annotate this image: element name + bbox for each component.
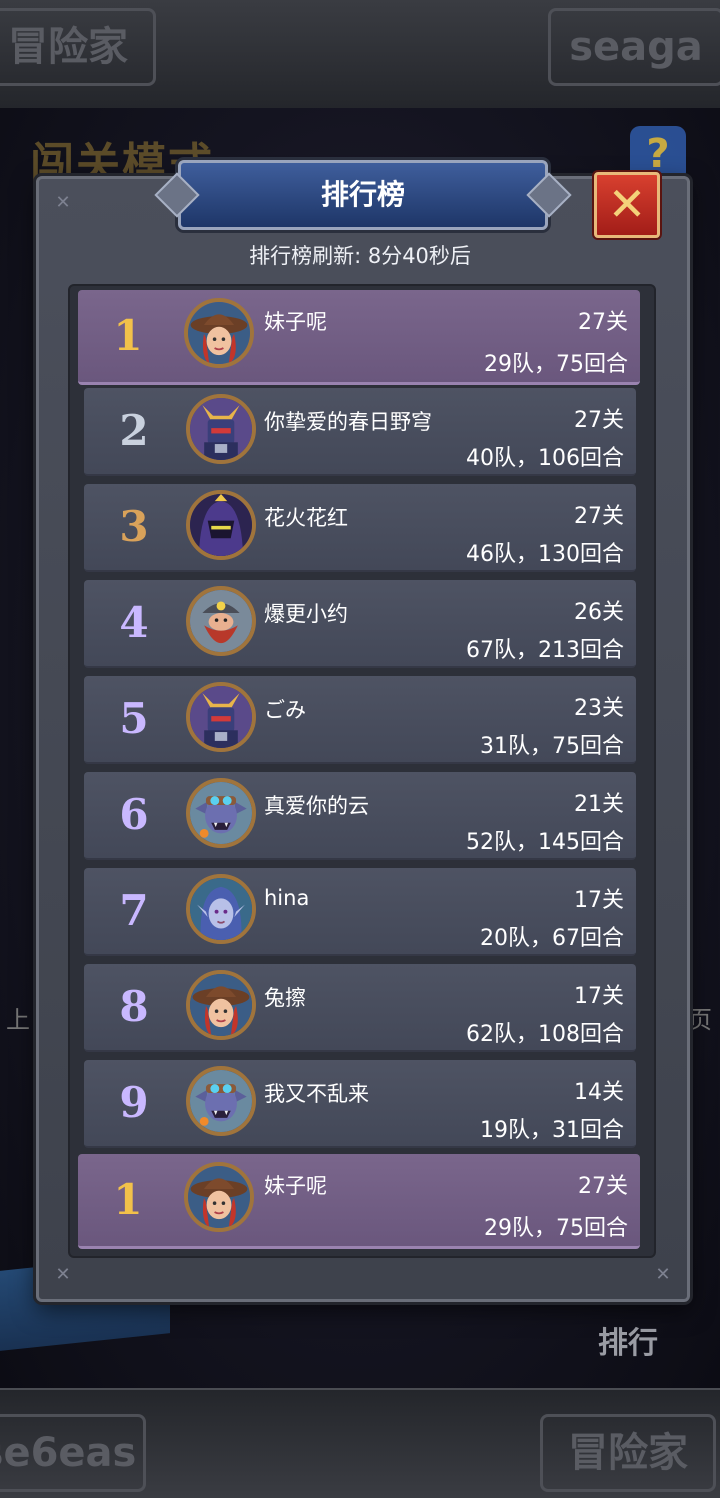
teams-and-rounds: 20队，67回合: [480, 926, 624, 951]
leaderboard-row[interactable]: 3 花火花红 27关 46队，130回合: [84, 484, 636, 572]
rank-button[interactable]: 排行: [598, 1318, 658, 1362]
cowboy-hat-girl-avatar[interactable]: [186, 970, 256, 1040]
samurai-robot-avatar[interactable]: [186, 682, 256, 752]
rank-number: 5: [119, 694, 149, 743]
player-name: hina: [264, 886, 310, 910]
teams-and-rounds: 67队，213回合: [466, 638, 624, 663]
player-name: 爆更小约: [264, 602, 348, 626]
leaderboard-row[interactable]: 2 你挚爱的春日野穹 27关 40队，106回合: [84, 388, 636, 476]
player-name: 我又不乱来: [264, 1082, 369, 1106]
top-deco-right: seaga: [548, 8, 720, 86]
teams-and-rounds: 29队，75回合: [484, 1216, 628, 1241]
samurai-robot-avatar[interactable]: [186, 394, 256, 464]
corner-ornament-icon: ✕: [655, 1264, 671, 1285]
stage-reached: 17关: [574, 984, 624, 1009]
stage-reached: 21关: [574, 792, 624, 817]
leaderboard-row[interactable]: 7 hina 17关 20队，67回合: [84, 868, 636, 956]
player-name: 花火花红: [264, 506, 348, 530]
rank-number: 2: [119, 406, 149, 455]
rank-number: 1: [113, 311, 143, 360]
player-name: 真爱你的云: [264, 794, 369, 818]
rank-number: 3: [119, 502, 149, 551]
close-icon: ✕: [607, 177, 647, 231]
top-deco-left: 冒险家: [0, 8, 156, 86]
bottom-deco-right: 冒险家: [540, 1414, 716, 1492]
cowboy-hat-girl-avatar[interactable]: [184, 1162, 254, 1232]
dwarf-miner-avatar[interactable]: [186, 586, 256, 656]
elf-girl-avatar[interactable]: [186, 874, 256, 944]
rank-number: 9: [119, 1078, 149, 1127]
stage-reached: 27关: [578, 1174, 628, 1199]
goblin-goggles-avatar[interactable]: [186, 1066, 256, 1136]
player-name: 兔擦: [264, 986, 306, 1010]
stage-reached: 23关: [574, 696, 624, 721]
teams-and-rounds: 46队，130回合: [466, 542, 624, 567]
purple-hooded-avatar[interactable]: [186, 490, 256, 560]
close-button[interactable]: ✕: [594, 172, 660, 238]
leaderboard-row[interactable]: 4 爆更小约 26关 67队，213回合: [84, 580, 636, 668]
cowboy-hat-girl-avatar[interactable]: [184, 298, 254, 368]
teams-and-rounds: 19队，31回合: [480, 1118, 624, 1143]
player-name: 你挚爱的春日野穹: [264, 410, 432, 434]
rank-number: 7: [119, 886, 149, 935]
rank-number: 8: [119, 982, 149, 1031]
rank-number: 4: [119, 598, 149, 647]
top-banner: 冒险家 seaga: [0, 0, 720, 110]
stage-reached: 26关: [574, 600, 624, 625]
corner-ornament-icon: ✕: [55, 1264, 71, 1285]
modal-title: 排行榜: [320, 178, 405, 211]
goblin-goggles-avatar[interactable]: [186, 778, 256, 848]
stage-reached: 27关: [574, 504, 624, 529]
teams-and-rounds: 29队，75回合: [484, 352, 628, 377]
stage-reached: 27关: [578, 310, 628, 335]
rank-number: 6: [119, 790, 149, 839]
leaderboard-row[interactable]: 6 真爱你的云 21关 52队，145回合: [84, 772, 636, 860]
player-name: ごみ: [264, 698, 306, 722]
bottom-banner: se6eas 冒险家: [0, 1388, 720, 1498]
title-plate: 排行榜: [178, 160, 548, 230]
stage-reached: 14关: [574, 1080, 624, 1105]
leaderboard-row[interactable]: 9 我又不乱来 14关 19队，31回合: [84, 1060, 636, 1148]
player-name: 妹子呢: [264, 310, 327, 334]
next-page-label[interactable]: 页: [688, 1000, 712, 1035]
my-rank-row[interactable]: 1 妹子呢 27关 29队，75回合: [78, 1154, 640, 1249]
teams-and-rounds: 52队，145回合: [466, 830, 624, 855]
stage-reached: 17关: [574, 888, 624, 913]
teams-and-rounds: 40队，106回合: [466, 446, 624, 471]
stage-reached: 27关: [574, 408, 624, 433]
leaderboard-row[interactable]: 8 兔擦 17关 62队，108回合: [84, 964, 636, 1052]
teams-and-rounds: 31队，75回合: [480, 734, 624, 759]
my-rank-row[interactable]: 1 妹子呢 27关 29队，75回合: [78, 290, 640, 385]
player-name: 妹子呢: [264, 1174, 327, 1198]
teams-and-rounds: 62队，108回合: [466, 1022, 624, 1047]
rank-number: 1: [113, 1175, 143, 1224]
corner-ornament-icon: ✕: [55, 192, 71, 213]
bottom-deco-left: se6eas: [0, 1414, 146, 1492]
prev-page-label[interactable]: 上: [6, 1000, 30, 1035]
refresh-timer: 排行榜刷新: 8分40秒后: [249, 244, 471, 268]
leaderboard-row[interactable]: 5 ごみ 23关 31队，75回合: [84, 676, 636, 764]
